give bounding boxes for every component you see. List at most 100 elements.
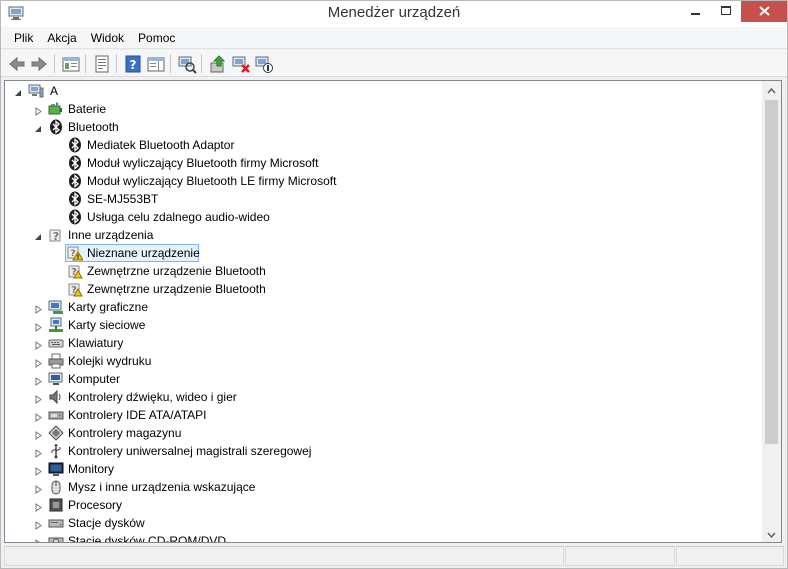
- chevron-up-icon: [767, 83, 776, 97]
- device-manager-window: Menedżer urządzeń Plik Akcja Widok Pomoc: [0, 0, 788, 569]
- expand-arrow-icon[interactable]: [34, 465, 43, 476]
- collapse-arrow-icon[interactable]: [14, 87, 23, 96]
- unknown-device-icon: ?: [48, 227, 64, 243]
- scroll-up-button[interactable]: [762, 81, 781, 98]
- tree-item-other-devices[interactable]: ? Inne urządzenia: [5, 226, 745, 244]
- collapse-arrow-icon[interactable]: [34, 123, 43, 132]
- scan-hardware-changes-icon[interactable]: [177, 54, 197, 74]
- display-adapter-icon: [48, 299, 64, 315]
- tree-item-unknown-device[interactable]: ? Nieznane urządzenie: [5, 244, 745, 262]
- tree-item-disk-drives[interactable]: Stacje dysków: [5, 514, 745, 532]
- tree-item-label: Zewnętrzne urządzenie Bluetooth: [87, 264, 266, 278]
- show-hide-console-tree-icon[interactable]: [61, 54, 81, 74]
- tree-item-network-adapters[interactable]: Karty sieciowe: [5, 316, 745, 334]
- expand-arrow-icon[interactable]: [34, 501, 43, 512]
- expand-arrow-icon[interactable]: [34, 339, 43, 350]
- uninstall-device-icon[interactable]: [231, 54, 251, 74]
- tree-item-label: Kontrolery dźwięku, wideo i gier: [68, 390, 237, 404]
- tree-item-device[interactable]: Mediatek Bluetooth Adaptor: [5, 136, 745, 154]
- tree-item-keyboards[interactable]: Klawiatury: [5, 334, 745, 352]
- disable-device-icon[interactable]: [254, 54, 274, 74]
- expand-arrow-icon[interactable]: [34, 447, 43, 458]
- tree-item-processors[interactable]: Procesory: [5, 496, 745, 514]
- back-icon[interactable]: [7, 54, 27, 74]
- chevron-down-icon: [767, 527, 776, 541]
- tree-item-device[interactable]: Moduł wyliczający Bluetooth LE firmy Mic…: [5, 172, 745, 190]
- computer-icon: [48, 371, 64, 387]
- tree-item-device[interactable]: Moduł wyliczający Bluetooth firmy Micros…: [5, 154, 745, 172]
- vertical-scrollbar[interactable]: [762, 81, 781, 542]
- scrollbar-thumb[interactable]: [765, 100, 778, 444]
- expand-arrow-icon[interactable]: [34, 303, 43, 314]
- forward-icon[interactable]: [29, 54, 49, 74]
- bluetooth-icon: [48, 119, 64, 135]
- expand-arrow-icon[interactable]: [34, 321, 43, 332]
- tree-item-bluetooth[interactable]: Bluetooth: [5, 118, 745, 136]
- tree-item-label: Zewnętrzne urządzenie Bluetooth: [87, 282, 266, 296]
- expand-arrow-icon[interactable]: [34, 375, 43, 386]
- bluetooth-icon: [67, 191, 83, 207]
- toolbar-separator: [116, 54, 117, 73]
- help-icon[interactable]: ?: [123, 54, 143, 74]
- tree-item-label: Karty graficzne: [68, 300, 149, 314]
- bluetooth-icon: [67, 173, 83, 189]
- update-driver-icon[interactable]: [208, 54, 228, 74]
- tree-item-label: Kolejki wydruku: [68, 354, 152, 368]
- tree-item-device[interactable]: SE-MJ553BT: [5, 190, 745, 208]
- expand-arrow-icon[interactable]: [34, 393, 43, 404]
- tree-item-sound-controllers[interactable]: Kontrolery dźwięku, wideo i gier: [5, 388, 745, 406]
- close-button[interactable]: [741, 1, 787, 22]
- storage-controller-icon: [48, 425, 64, 441]
- tree-item-computer[interactable]: Komputer: [5, 370, 745, 388]
- network-adapter-icon: [48, 317, 64, 333]
- menu-view[interactable]: Widok: [84, 28, 131, 48]
- expand-arrow-icon[interactable]: [34, 429, 43, 440]
- collapse-arrow-icon[interactable]: [34, 231, 43, 240]
- tree-root-row[interactable]: A: [5, 82, 745, 100]
- expand-arrow-icon[interactable]: [34, 105, 43, 116]
- bluetooth-icon: [67, 137, 83, 153]
- tree-item-device[interactable]: ? Zewnętrzne urządzenie Bluetooth: [5, 262, 745, 280]
- expand-arrow-icon[interactable]: [34, 357, 43, 368]
- mouse-icon: [48, 479, 64, 495]
- tree-item-label: Monitory: [68, 462, 115, 476]
- properties-icon[interactable]: [92, 54, 112, 74]
- expand-arrow-icon[interactable]: [34, 411, 43, 422]
- tree-item-label: Mysz i inne urządzenia wskazujące: [68, 480, 256, 494]
- tree-root-label: A: [50, 84, 59, 98]
- tree-item-device[interactable]: Usługa celu zdalnego audio-wideo: [5, 208, 745, 226]
- tree-item-device[interactable]: ? Zewnętrzne urządzenie Bluetooth: [5, 280, 745, 298]
- sound-icon: [48, 389, 64, 405]
- tree-item-usb-controllers[interactable]: Kontrolery uniwersalnej magistrali szere…: [5, 442, 745, 460]
- minimize-button[interactable]: [681, 1, 711, 22]
- menu-action[interactable]: Akcja: [40, 28, 83, 48]
- tree-item-monitors[interactable]: Monitory: [5, 460, 745, 478]
- maximize-button[interactable]: [711, 1, 741, 22]
- close-icon: [758, 5, 770, 19]
- svg-text:?: ?: [130, 58, 137, 72]
- computer-icon: [28, 83, 44, 99]
- expand-arrow-icon[interactable]: [34, 519, 43, 530]
- tree-item-label: Moduł wyliczający Bluetooth LE firmy Mic…: [87, 174, 337, 188]
- tree-item-display-adapters[interactable]: Karty graficzne: [5, 298, 745, 316]
- menu-file[interactable]: Plik: [7, 28, 40, 48]
- tree-item-ide-controllers[interactable]: Kontrolery IDE ATA/ATAPI: [5, 406, 745, 424]
- tree-item-label: Baterie: [68, 102, 107, 116]
- expand-arrow-icon[interactable]: [34, 537, 43, 542]
- tree-item-label: Stacje dysków CD-ROM/DVD: [68, 534, 227, 543]
- tree-item-label: Stacje dysków: [68, 516, 145, 530]
- tree-item-dvd-drives[interactable]: Stacje dysków CD-ROM/DVD: [5, 532, 745, 543]
- scroll-down-button[interactable]: [762, 525, 781, 542]
- tree-item-storage-controllers[interactable]: Kontrolery magazynu: [5, 424, 745, 442]
- status-pane-secondary: [565, 546, 675, 566]
- show-hide-action-pane-icon[interactable]: [146, 54, 166, 74]
- tree-item-batteries[interactable]: Baterie: [5, 100, 745, 118]
- tree-item-print-queues[interactable]: Kolejki wydruku: [5, 352, 745, 370]
- warning-device-icon: ?: [67, 245, 84, 261]
- status-bar: [1, 544, 787, 568]
- expand-arrow-icon[interactable]: [34, 483, 43, 494]
- usb-icon: [48, 443, 64, 459]
- device-tree[interactable]: A Baterie Bluetooth Mediatek Bluetooth A…: [4, 80, 782, 543]
- tree-item-mice[interactable]: Mysz i inne urządzenia wskazujące: [5, 478, 745, 496]
- menu-help[interactable]: Pomoc: [131, 28, 182, 48]
